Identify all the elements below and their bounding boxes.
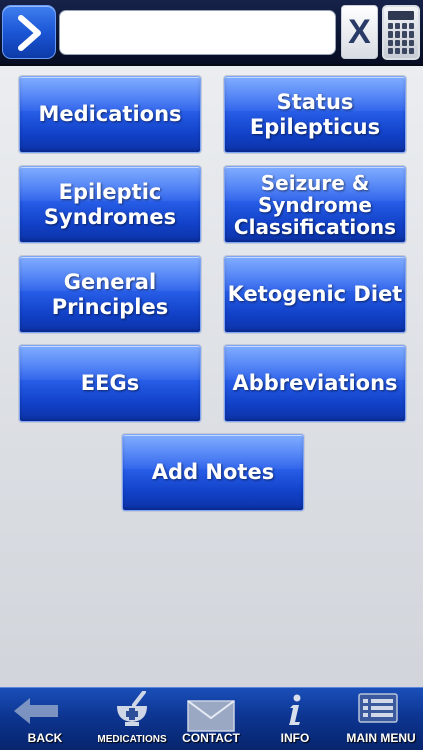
status-epilepticus-button[interactable]: Status Epilepticus [224,76,406,153]
medications-button[interactable]: Medications [19,76,201,153]
nav-info-label: INFO [280,731,310,745]
nav-info[interactable]: INFO [264,688,326,750]
go-button[interactable] [2,5,56,59]
nav-back[interactable]: BACK [8,688,82,750]
back-arrow-icon [14,698,58,724]
nav-contact[interactable]: CONTACT [178,688,244,750]
ketogenic-diet-button[interactable]: Ketogenic Diet [224,256,406,333]
bottom-nav-bar: BACK MEDICATIONS CONTACT INFO MAIN MENU [0,687,423,750]
seizure-syndrome-classifications-label: Seizure & Syndrome Classifications [233,170,397,239]
epileptic-syndromes-label: Epileptic Syndromes [43,179,177,229]
nav-contact-label: CONTACT [182,731,240,745]
clear-label: X [348,12,371,51]
calculator-button[interactable] [382,5,420,60]
seizure-syndrome-classifications-button[interactable]: Seizure & Syndrome Classifications [224,166,406,243]
nav-main-menu-label: MAIN MENU [346,731,416,745]
eegs-button[interactable]: EEGs [19,345,201,422]
general-principles-label: General Principles [51,269,169,319]
abbreviations-button[interactable]: Abbreviations [224,345,406,422]
medications-label: Medications [38,102,182,126]
abbreviations-label: Abbreviations [232,371,398,395]
nav-medications-label: MEDICATIONS [97,734,167,745]
eegs-label: EEGs [80,371,140,395]
nav-main-menu[interactable]: MAIN MENU [340,688,422,750]
status-epilepticus-label: Status Epilepticus [249,89,381,139]
nav-medications[interactable]: MEDICATIONS [95,688,169,750]
add-notes-label: Add Notes [151,460,275,484]
clear-search-button[interactable]: X [341,5,378,59]
nav-back-label: BACK [27,731,63,745]
envelope-icon [187,700,235,732]
general-principles-button[interactable]: General Principles [19,256,201,333]
chevron-right-icon [18,15,41,51]
search-input[interactable] [59,10,336,55]
epileptic-syndromes-button[interactable]: Epileptic Syndromes [19,166,201,243]
mortar-pestle-icon [117,691,147,726]
info-icon [289,694,301,725]
ketogenic-diet-label: Ketogenic Diet [227,282,403,306]
add-notes-button[interactable]: Add Notes [122,434,304,511]
menu-list-icon [358,693,398,723]
top-search-bar: X [0,0,423,66]
